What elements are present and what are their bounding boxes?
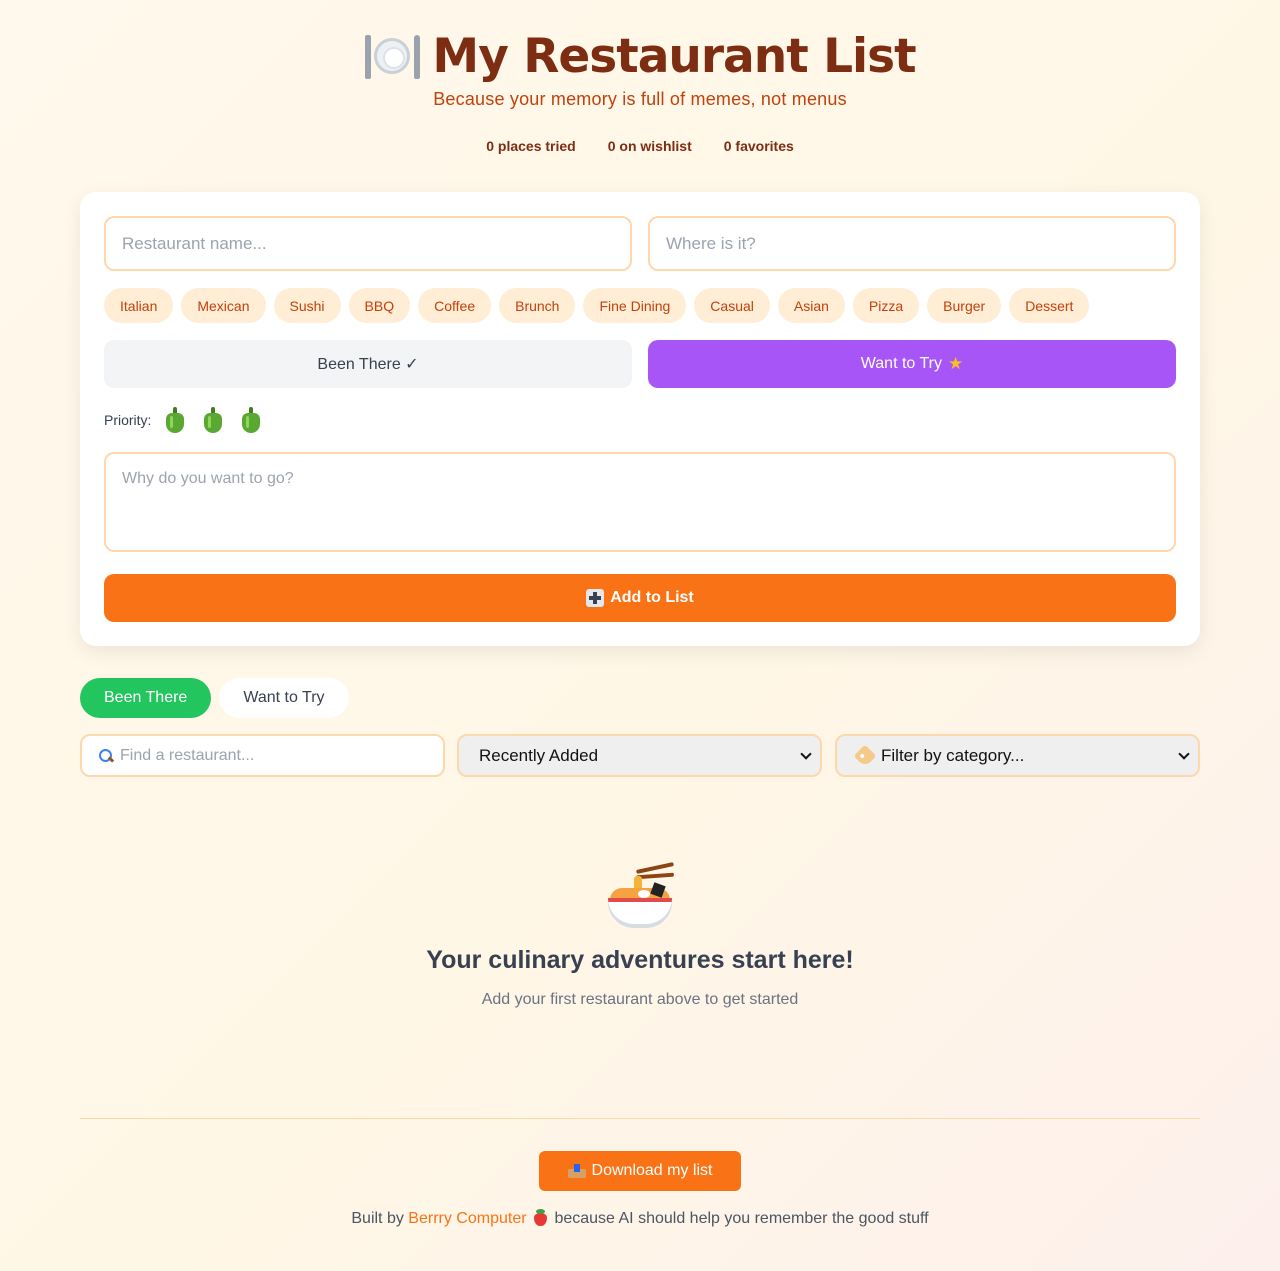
add-restaurant-card: Restaurant name... Where is it? Italian … — [80, 192, 1200, 646]
page-subtitle: Because your memory is full of memes, no… — [433, 89, 847, 109]
pepper-icon[interactable] — [237, 406, 265, 434]
category-chip[interactable]: Italian — [104, 288, 174, 323]
footer-built-by: Built by — [351, 1210, 404, 1227]
add-to-list-label: Add to List — [610, 589, 694, 606]
category-chip[interactable]: Brunch — [499, 288, 576, 323]
tab-been-there[interactable]: Been There — [80, 678, 212, 718]
plate-with-cutlery-icon — [364, 31, 421, 81]
priority-label: Priority: — [104, 412, 152, 428]
plus-icon — [586, 589, 605, 607]
category-chip[interactable]: Casual — [694, 288, 770, 323]
footer-tagline: because AI should help you remember the … — [554, 1210, 929, 1227]
filter-bar: Find a restaurant... Recently Added Filt… — [80, 734, 1200, 777]
download-list-button[interactable]: Download my list — [539, 1151, 741, 1191]
category-chip[interactable]: Burger — [927, 288, 1002, 323]
footer: Built by Berrry Computer because AI shou… — [0, 1209, 1280, 1228]
priority-selector: Priority: — [104, 406, 265, 434]
download-list-label: Download my list — [591, 1162, 713, 1179]
category-chip[interactable]: Asian — [777, 288, 845, 323]
category-chip[interactable]: Dessert — [1009, 288, 1090, 323]
page-title: My Restaurant List — [432, 28, 916, 84]
empty-state: Your culinary adventures start here! Add… — [0, 860, 1280, 1009]
category-chip[interactable]: Pizza — [852, 288, 920, 323]
sort-select[interactable]: Recently Added — [457, 734, 822, 777]
footer-divider — [80, 1118, 1200, 1119]
restaurant-name-input[interactable]: Restaurant name... — [104, 216, 632, 271]
location-input[interactable]: Where is it? — [648, 216, 1176, 271]
category-chip[interactable]: Coffee — [418, 288, 492, 323]
stat-favorites: 0 favorites — [723, 138, 794, 154]
strawberry-icon — [533, 1209, 548, 1226]
list-tabs: Been There Want to Try — [80, 678, 349, 718]
category-filter-value-wrap: Filter by category... — [853, 744, 1025, 767]
inbox-tray-icon — [567, 1164, 586, 1178]
chevron-down-icon — [800, 747, 812, 760]
add-to-list-button[interactable]: Add to List — [104, 574, 1176, 622]
tab-want-to-try[interactable]: Want to Try — [219, 678, 349, 718]
want-to-try-toggle[interactable]: Want to Try ★ — [648, 340, 1176, 388]
category-chip[interactable]: Sushi — [273, 288, 341, 323]
category-chip[interactable]: Fine Dining — [583, 288, 687, 323]
chevron-down-icon — [1178, 747, 1190, 760]
tag-icon — [853, 744, 877, 767]
been-there-toggle[interactable]: Been There ✓ — [104, 340, 632, 388]
been-there-toggle-label: Been There ✓ — [317, 356, 419, 373]
category-chips: Italian Mexican Sushi BBQ Coffee Brunch … — [104, 288, 1090, 323]
notes-textarea[interactable]: Why do you want to go? — [104, 452, 1176, 552]
search-input[interactable]: Find a restaurant... — [80, 734, 445, 777]
stat-wishlist: 0 on wishlist — [607, 138, 692, 154]
category-filter-value: Filter by category... — [881, 745, 1025, 765]
magnifier-icon — [98, 748, 114, 764]
header: My Restaurant List Because your memory i… — [0, 0, 1280, 154]
category-chip[interactable]: BBQ — [348, 288, 411, 323]
category-filter-select[interactable]: Filter by category... — [835, 734, 1200, 777]
title-row: My Restaurant List — [0, 26, 1280, 86]
want-to-try-toggle-label: Want to Try — [860, 355, 942, 372]
stat-places-tried: 0 places tried — [486, 138, 576, 154]
empty-state-title: Your culinary adventures start here! — [426, 946, 854, 974]
search-placeholder: Find a restaurant... — [120, 746, 255, 764]
category-chip[interactable]: Mexican — [181, 288, 266, 323]
pepper-icon[interactable] — [161, 406, 189, 434]
pepper-icon[interactable] — [199, 406, 227, 434]
berrry-computer-link[interactable]: Berrry Computer — [408, 1210, 526, 1227]
star-icon: ★ — [947, 354, 964, 373]
empty-state-subtitle: Add your first restaurant above to get s… — [481, 991, 799, 1008]
sort-select-value: Recently Added — [479, 745, 599, 765]
ramen-bowl-icon — [604, 860, 676, 932]
stats-bar: 0 places tried 0 on wishlist 0 favorites — [0, 138, 1280, 154]
